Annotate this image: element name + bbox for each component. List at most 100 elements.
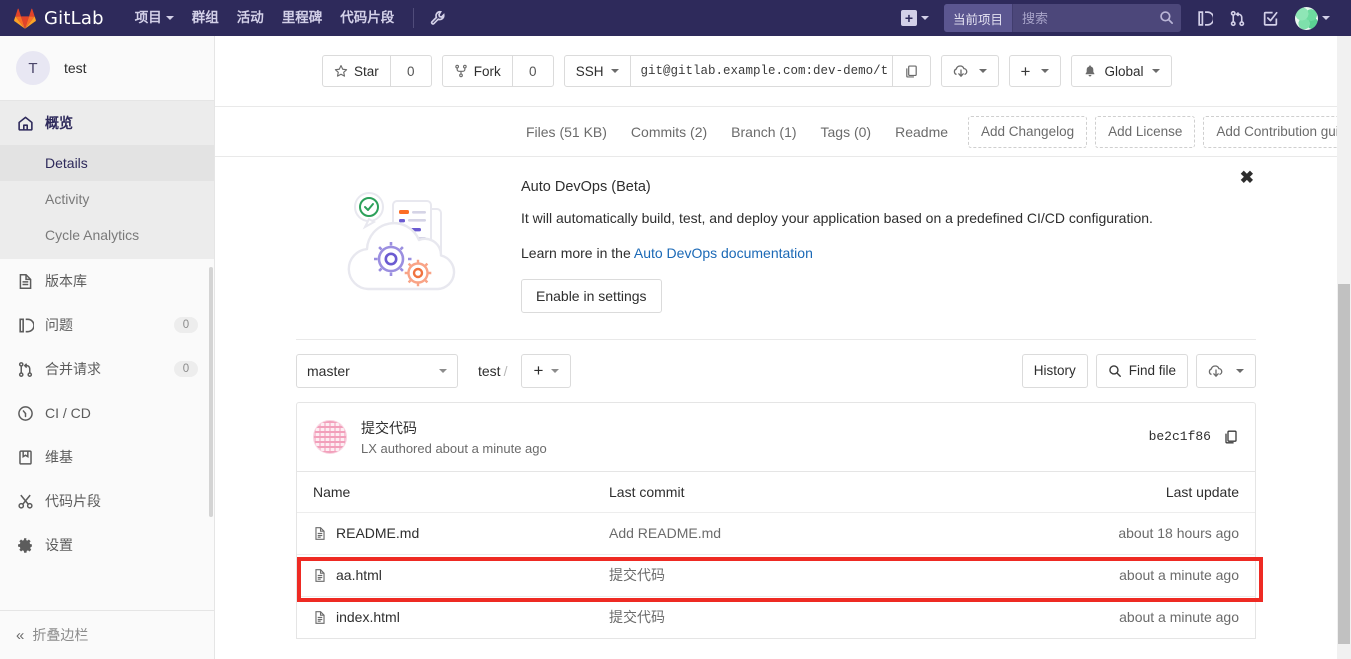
star-button[interactable]: Star <box>322 55 391 87</box>
stat-branch[interactable]: Branch (1) <box>719 124 808 140</box>
download-source-button[interactable] <box>940 55 999 87</box>
clone-protocol-dropdown[interactable]: SSH <box>563 55 631 87</box>
merge-requests-link[interactable] <box>1222 4 1253 32</box>
chevron-down-icon <box>165 16 174 20</box>
breadcrumb: test / <box>478 363 510 379</box>
search-input[interactable] <box>1013 4 1181 32</box>
notification-setting-button[interactable]: Global <box>1071 55 1172 87</box>
file-last-commit[interactable]: Add README.md <box>609 525 1051 541</box>
sidebar-project-header[interactable]: T test <box>0 36 214 101</box>
stat-commits[interactable]: Commits (2) <box>619 124 719 140</box>
todos-link[interactable] <box>1255 4 1286 32</box>
add-file-button[interactable]: + <box>521 353 572 388</box>
table-row[interactable]: README.md Add README.md about 18 hours a… <box>297 511 1255 554</box>
sidebar-scrollbar[interactable] <box>208 184 214 593</box>
gitlab-logo-link[interactable]: GitLab <box>0 0 112 36</box>
file-last-commit[interactable]: 提交代码 <box>609 607 1051 627</box>
navbar-left: GitLab 项目 群组 活动 里程碑 代码片段 <box>0 0 452 36</box>
col-header-name: Name <box>313 483 351 500</box>
sidebar-item-merge-requests[interactable]: 合并请求 0 <box>0 347 214 391</box>
stat-tags[interactable]: Tags (0) <box>809 124 884 140</box>
sidebar-item-issues-badge: 0 <box>174 317 198 333</box>
fork-count[interactable]: 0 <box>511 55 554 87</box>
sidebar-item-wiki[interactable]: 维基 <box>0 435 214 479</box>
table-row[interactable]: aa.html 提交代码 about a minute ago <box>297 553 1255 596</box>
collapse-sidebar-button[interactable]: « 折叠边栏 <box>0 610 214 659</box>
commit-sha[interactable]: be2c1f86 <box>1149 429 1211 444</box>
stat-files[interactable]: Files (51 KB) <box>526 124 619 140</box>
main-scrollbar[interactable] <box>1337 36 1351 659</box>
file-name[interactable]: index.html <box>336 609 400 625</box>
sidebar-item-overview-label: 概览 <box>45 115 73 131</box>
search-field[interactable] <box>1013 4 1181 32</box>
sidebar-item-settings[interactable]: 设置 <box>0 523 214 567</box>
file-name[interactable]: aa.html <box>336 567 382 583</box>
download-repo-button[interactable] <box>1196 353 1256 388</box>
add-contribution-guide-button[interactable]: Add Contribution guide <box>1203 115 1337 148</box>
sidebar-subitem-details[interactable]: Details <box>0 145 214 181</box>
nav-groups[interactable]: 群组 <box>183 0 228 36</box>
top-navbar: GitLab 项目 群组 活动 里程碑 代码片段 + 当前项目 搜索 <box>0 0 1351 36</box>
sidebar-item-issues[interactable]: 问题 0 <box>0 303 214 347</box>
commit-text: 提交代码 LX authored about a minute ago <box>361 418 547 456</box>
table-row[interactable]: index.html 提交代码 about a minute ago <box>297 595 1255 638</box>
star-group: Star 0 <box>322 55 432 87</box>
auto-devops-content: Auto DevOps (Beta) It will automatically… <box>521 179 1256 313</box>
project-actions-bar: Star 0 Fork 0 SSH git@gitlab.example.com… <box>215 36 1337 107</box>
issues-link[interactable] <box>1189 4 1220 32</box>
chevron-down-icon <box>978 69 987 73</box>
sidebar-item-cicd[interactable]: CI / CD <box>0 391 214 435</box>
star-icon <box>334 65 348 77</box>
add-to-project-button[interactable]: + <box>1008 55 1062 87</box>
star-count[interactable]: 0 <box>389 55 432 87</box>
wrench-icon[interactable] <box>424 10 452 26</box>
file-last-commit[interactable]: 提交代码 <box>609 565 1051 585</box>
add-license-button[interactable]: Add License <box>1095 115 1196 148</box>
branch-selector[interactable]: master <box>296 353 458 388</box>
nav-milestones[interactable]: 里程碑 <box>273 0 332 36</box>
home-icon <box>16 115 34 132</box>
sidebar-subitem-cycle-analytics[interactable]: Cycle Analytics <box>0 217 214 253</box>
col-header-last-update: Last update <box>1165 483 1239 500</box>
sidebar-item-repository[interactable]: 版本库 <box>0 259 214 303</box>
copy-sha-button[interactable] <box>1223 429 1239 445</box>
new-item-button[interactable]: + <box>894 4 936 32</box>
search-scope-label[interactable]: 当前项目 <box>943 4 1013 32</box>
find-file-button[interactable]: Find file <box>1095 353 1188 388</box>
auto-devops-doc-link[interactable]: Auto DevOps documentation <box>634 245 813 261</box>
sidebar-item-snippets[interactable]: 代码片段 <box>0 479 214 523</box>
breadcrumb-root[interactable]: test <box>478 363 501 379</box>
add-changelog-button[interactable]: Add Changelog <box>968 115 1088 148</box>
nav-activity[interactable]: 活动 <box>228 0 273 36</box>
history-button[interactable]: History <box>1021 353 1088 388</box>
sidebar-scrollbar-thumb[interactable] <box>209 267 213 517</box>
issues-icon <box>16 317 34 334</box>
chevron-down-icon <box>1041 69 1050 73</box>
rocket-icon <box>16 405 34 422</box>
fork-button[interactable]: Fork <box>441 55 513 87</box>
file-name[interactable]: README.md <box>336 525 419 541</box>
bell-icon <box>1086 65 1095 77</box>
commit-author-line: LX authored about a minute ago <box>361 440 547 456</box>
clone-url-field[interactable]: git@gitlab.example.com:dev-demo/t <box>630 55 893 87</box>
commit-message[interactable]: 提交代码 <box>361 418 547 438</box>
scissors-icon <box>16 493 34 510</box>
repo-stats-bar: Files (51 KB) Commits (2) Branch (1) Tag… <box>215 107 1337 157</box>
main-scrollbar-thumb[interactable] <box>1338 284 1350 644</box>
enable-in-settings-button[interactable]: Enable in settings <box>521 278 662 313</box>
global-search[interactable]: 当前项目 <box>943 4 1181 32</box>
sidebar-item-overview[interactable]: 概览 <box>0 101 214 145</box>
sidebar-subitem-activity[interactable]: Activity <box>0 181 214 217</box>
nav-projects[interactable]: 项目 <box>126 0 183 36</box>
book-icon <box>16 449 34 466</box>
copy-clone-url-button[interactable] <box>891 55 931 87</box>
gitlab-app: GitLab 项目 群组 活动 里程碑 代码片段 + 当前项目 搜索 T tes… <box>0 0 1351 659</box>
merge-request-icon <box>1230 10 1245 26</box>
nav-snippets[interactable]: 代码片段 <box>331 0 403 36</box>
plus-icon: + <box>1020 61 1031 81</box>
stat-readme[interactable]: Readme <box>883 124 960 140</box>
navbar-right: + 当前项目 <box>894 0 1351 36</box>
user-menu-button[interactable] <box>1288 4 1337 32</box>
fork-label: Fork <box>473 63 501 79</box>
close-icon[interactable]: ✖ <box>1240 169 1254 186</box>
